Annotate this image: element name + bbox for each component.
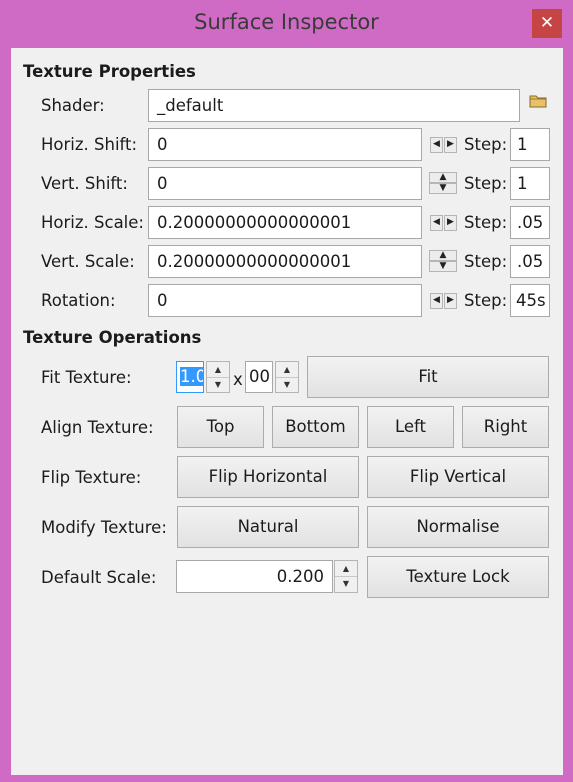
arrow-left-icon[interactable]: ◀: [430, 215, 443, 231]
horiz-shift-field[interactable]: 0: [148, 128, 422, 161]
default-scale-field[interactable]: 0.200: [176, 560, 333, 593]
arrow-right-icon[interactable]: ▶: [444, 137, 457, 153]
arrow-left-icon[interactable]: ◀: [430, 137, 443, 153]
vert-scale-label: Vert. Scale:: [41, 252, 135, 271]
natural-button[interactable]: Natural: [177, 506, 359, 548]
vert-scale-step-label: Step:: [464, 252, 508, 271]
horiz-scale-step-field[interactable]: .05: [510, 206, 550, 239]
align-right-button[interactable]: Right: [462, 406, 549, 448]
texture-lock-button[interactable]: Texture Lock: [367, 556, 549, 598]
arrow-up-icon[interactable]: ▲: [276, 362, 298, 378]
vert-scale-field[interactable]: 0.20000000000000001: [148, 245, 422, 278]
arrow-down-icon[interactable]: ▼: [429, 261, 457, 272]
modify-texture-label: Modify Texture:: [41, 518, 167, 537]
flip-vertical-button[interactable]: Flip Vertical: [367, 456, 549, 498]
rotation-field[interactable]: 0: [148, 284, 422, 317]
horiz-scale-label: Horiz. Scale:: [41, 213, 144, 232]
arrow-down-icon[interactable]: ▼: [207, 377, 229, 392]
fit-height-spinner[interactable]: ▲ ▼: [275, 361, 299, 393]
vert-shift-label: Vert. Shift:: [41, 174, 128, 193]
horiz-shift-step-field[interactable]: 1: [510, 128, 550, 161]
fit-width-spinner[interactable]: ▲ ▼: [206, 361, 230, 393]
surface-inspector-panel: Texture Properties Shader: _default Hori…: [11, 48, 563, 775]
fit-width-field[interactable]: 1.0: [176, 361, 204, 393]
align-left-button[interactable]: Left: [367, 406, 454, 448]
horiz-shift-step-label: Step:: [464, 135, 508, 154]
arrow-up-icon[interactable]: ▲: [207, 362, 229, 378]
arrow-up-icon[interactable]: ▲: [335, 561, 357, 577]
folder-icon[interactable]: [529, 93, 549, 113]
window-title: Surface Inspector: [194, 10, 379, 34]
default-scale-label: Default Scale:: [41, 568, 157, 587]
title-bar: Surface Inspector ✕: [0, 0, 573, 46]
shader-label: Shader:: [41, 96, 105, 115]
close-button[interactable]: ✕: [532, 9, 562, 38]
arrow-right-icon[interactable]: ▶: [444, 215, 457, 231]
flip-horizontal-button[interactable]: Flip Horizontal: [177, 456, 359, 498]
arrow-down-icon[interactable]: ▼: [335, 576, 357, 591]
default-scale-spinner[interactable]: ▲ ▼: [334, 560, 358, 593]
fit-width-selected-text: 1.0: [180, 367, 203, 386]
arrow-down-icon[interactable]: ▼: [429, 183, 457, 194]
fit-height-field[interactable]: 00: [245, 361, 273, 393]
arrow-left-icon[interactable]: ◀: [430, 293, 443, 309]
normalise-button[interactable]: Normalise: [367, 506, 549, 548]
horiz-scale-field[interactable]: 0.20000000000000001: [148, 206, 422, 239]
arrow-right-icon[interactable]: ▶: [444, 293, 457, 309]
horiz-scale-step-label: Step:: [464, 213, 508, 232]
vert-shift-field[interactable]: 0: [148, 167, 422, 200]
arrow-up-icon[interactable]: ▲: [429, 250, 457, 261]
rotation-step-field[interactable]: 45s: [510, 284, 550, 317]
flip-texture-label: Flip Texture:: [41, 468, 142, 487]
rotation-step-label: Step:: [464, 291, 508, 310]
fit-times-label: x: [233, 370, 243, 389]
vert-shift-step-label: Step:: [464, 174, 508, 193]
align-bottom-button[interactable]: Bottom: [272, 406, 359, 448]
texture-operations-heading: Texture Operations: [23, 328, 202, 347]
vert-scale-step-field[interactable]: .05: [510, 245, 550, 278]
shader-field[interactable]: _default: [148, 89, 520, 122]
horiz-shift-label: Horiz. Shift:: [41, 135, 138, 154]
rotation-label: Rotation:: [41, 291, 116, 310]
arrow-up-icon[interactable]: ▲: [429, 172, 457, 183]
texture-properties-heading: Texture Properties: [23, 62, 196, 81]
align-texture-label: Align Texture:: [41, 418, 154, 437]
fit-texture-label: Fit Texture:: [41, 368, 132, 387]
align-top-button[interactable]: Top: [177, 406, 264, 448]
fit-button[interactable]: Fit: [307, 356, 549, 398]
arrow-down-icon[interactable]: ▼: [276, 377, 298, 392]
vert-shift-step-field[interactable]: 1: [510, 167, 550, 200]
